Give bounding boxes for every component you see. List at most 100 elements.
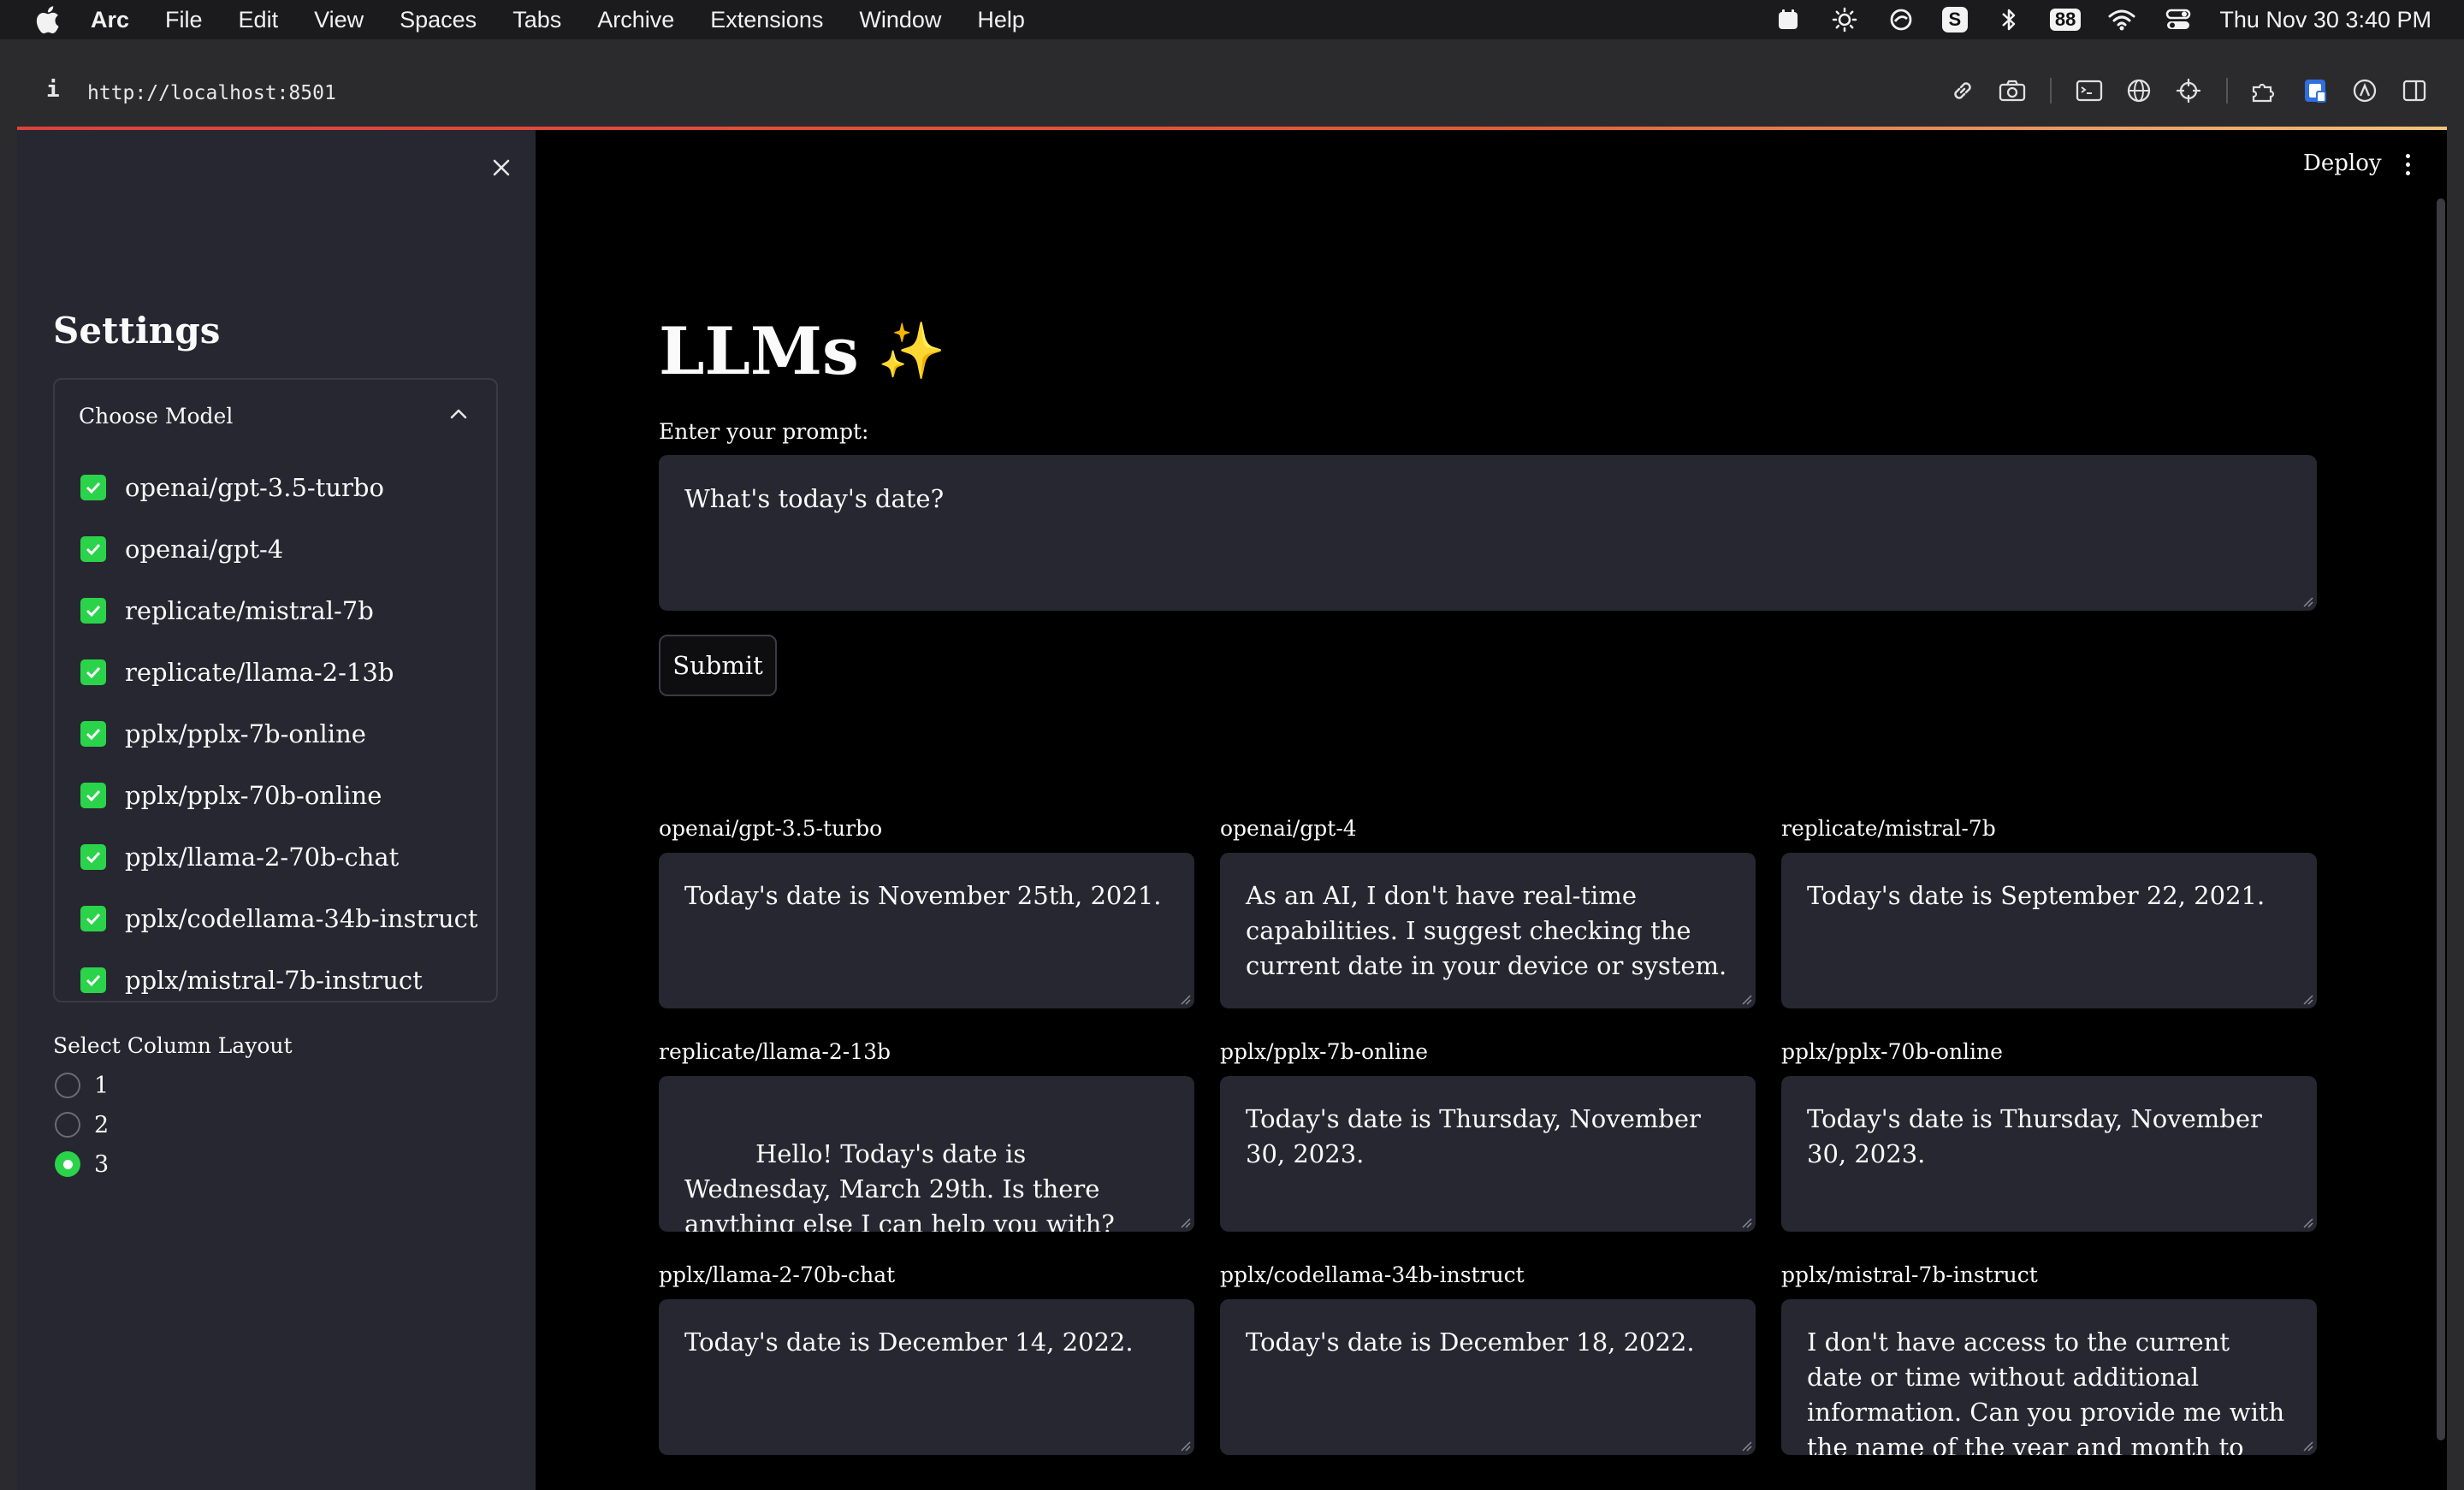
- resize-handle-icon[interactable]: [1179, 1440, 1191, 1452]
- radio-option-3[interactable]: 3: [55, 1144, 109, 1184]
- menu-app-name[interactable]: Arc: [91, 7, 129, 33]
- menu-extensions[interactable]: Extensions: [710, 7, 823, 33]
- model-checkbox[interactable]: replicate/llama-2-13b: [80, 642, 478, 703]
- prompt-textarea[interactable]: What's today's date?: [659, 455, 2317, 611]
- submit-button[interactable]: Submit: [659, 635, 777, 696]
- checkbox-label: pplx/llama-2-70b-chat: [125, 843, 400, 872]
- battery-indicator[interactable]: 88: [2049, 9, 2082, 31]
- response-label: pplx/pplx-70b-online: [1781, 1039, 2003, 1064]
- apple-icon[interactable]: [33, 5, 62, 34]
- checkmark-icon[interactable]: [80, 721, 106, 747]
- browser-window: i http://localhost:8501 Settings Choose …: [0, 39, 2464, 1490]
- checkmark-icon[interactable]: [80, 536, 106, 562]
- resize-handle-icon[interactable]: [1740, 993, 1752, 1005]
- extensions-puzzle-icon[interactable]: [2250, 75, 2281, 106]
- checkmark-icon[interactable]: [80, 844, 106, 870]
- menu-file[interactable]: File: [165, 7, 203, 33]
- column-layout-radio-group: 1 2 3: [55, 1066, 109, 1184]
- model-checkbox[interactable]: pplx/mistral-7b-instruct: [80, 949, 478, 1011]
- calendar-icon[interactable]: [1773, 4, 1804, 35]
- globe-icon[interactable]: [2123, 75, 2154, 106]
- deploy-button[interactable]: Deploy: [2303, 151, 2382, 176]
- sync-circle-icon[interactable]: [1886, 4, 1916, 35]
- resize-handle-icon[interactable]: [2301, 1216, 2313, 1228]
- radio-button[interactable]: [55, 1112, 80, 1138]
- response-label: openai/gpt-4: [1220, 816, 1357, 841]
- response-textarea[interactable]: Today's date is November 25th, 2021.: [659, 853, 1194, 1008]
- radio-option-1[interactable]: 1: [55, 1066, 109, 1105]
- response-textarea[interactable]: Today's date is December 18, 2022.: [1220, 1299, 1756, 1455]
- checkmark-icon[interactable]: [80, 475, 106, 500]
- sidebar-title: Settings: [53, 310, 221, 352]
- response-text: Today's date is Thursday, November 30, 2…: [1246, 1104, 1701, 1168]
- checkmark-icon[interactable]: [80, 783, 106, 808]
- response-textarea[interactable]: I don't have access to the current date …: [1781, 1299, 2317, 1455]
- response-textarea[interactable]: Today's date is Thursday, November 30, 2…: [1781, 1076, 2317, 1232]
- resize-handle-icon[interactable]: [1740, 1216, 1752, 1228]
- response-label: replicate/llama-2-13b: [659, 1039, 891, 1064]
- brightness-icon[interactable]: [1829, 4, 1860, 35]
- crosshair-icon[interactable]: [2173, 75, 2204, 106]
- arc-profile-icon[interactable]: [2349, 75, 2380, 106]
- menu-tabs[interactable]: Tabs: [512, 7, 561, 33]
- model-checkbox[interactable]: pplx/pplx-70b-online: [80, 765, 478, 826]
- model-checkbox[interactable]: replicate/mistral-7b: [80, 580, 478, 642]
- resize-handle-icon[interactable]: [1179, 993, 1191, 1005]
- sidebar: Settings Choose Model openai/gpt-3.5-tur…: [17, 130, 536, 1490]
- response-label: replicate/mistral-7b: [1781, 816, 1996, 841]
- response-textarea[interactable]: As an AI, I don't have real-time capabil…: [1220, 853, 1756, 1008]
- response-textarea[interactable]: Today's date is September 22, 2021.: [1781, 853, 2317, 1008]
- model-checkbox[interactable]: pplx/llama-2-70b-chat: [80, 826, 478, 888]
- checkmark-icon[interactable]: [80, 598, 106, 624]
- menu-view[interactable]: View: [314, 7, 364, 33]
- response-text: Today's date is December 18, 2022.: [1246, 1327, 1695, 1357]
- wifi-icon[interactable]: [2106, 4, 2137, 35]
- more-options-icon[interactable]: [2399, 147, 2416, 181]
- menu-edit[interactable]: Edit: [239, 7, 279, 33]
- bluetooth-icon[interactable]: [1993, 4, 2024, 35]
- split-view-icon[interactable]: [2399, 75, 2430, 106]
- site-info-icon[interactable]: i: [46, 77, 60, 103]
- resize-handle-icon[interactable]: [2301, 1440, 2313, 1452]
- scrollbar[interactable]: [2437, 198, 2445, 1440]
- control-center-icon[interactable]: [2163, 4, 2194, 35]
- radio-button-selected[interactable]: [55, 1151, 80, 1177]
- checkmark-icon[interactable]: [80, 659, 106, 685]
- page-title-text: LLMs: [659, 313, 859, 389]
- menu-archive[interactable]: Archive: [597, 7, 674, 33]
- expander-header[interactable]: Choose Model: [79, 404, 233, 429]
- menu-window[interactable]: Window: [859, 7, 941, 33]
- link-icon[interactable]: [1947, 75, 1978, 106]
- response-textarea[interactable]: Today's date is December 14, 2022.: [659, 1299, 1194, 1455]
- checkmark-icon[interactable]: [80, 967, 106, 993]
- response-text: As an AI, I don't have real-time capabil…: [1246, 881, 1727, 980]
- checkmark-icon[interactable]: [80, 906, 106, 931]
- checkbox-label: replicate/mistral-7b: [125, 596, 374, 625]
- model-checkbox[interactable]: pplx/pplx-7b-online: [80, 703, 478, 765]
- close-sidebar-icon[interactable]: [486, 152, 517, 183]
- model-checkbox[interactable]: openai/gpt-3.5-turbo: [80, 457, 478, 518]
- menu-help[interactable]: Help: [977, 7, 1025, 33]
- resize-handle-icon[interactable]: [2301, 993, 2313, 1005]
- resize-handle-icon[interactable]: [1740, 1440, 1752, 1452]
- radio-label: 1: [94, 1072, 110, 1099]
- password-manager-icon[interactable]: [2300, 75, 2331, 106]
- model-checkbox[interactable]: pplx/codellama-34b-instruct: [80, 888, 478, 949]
- radio-option-2[interactable]: 2: [55, 1105, 109, 1144]
- response-text: I don't have access to the current date …: [1807, 1327, 2285, 1455]
- camera-icon[interactable]: [1997, 75, 2028, 106]
- clock[interactable]: Thu Nov 30 3:40 PM: [2219, 7, 2431, 33]
- response-textarea[interactable]: Hello! Today's date is Wednesday, March …: [659, 1076, 1194, 1232]
- resize-handle-icon[interactable]: [1179, 1216, 1191, 1228]
- radio-button[interactable]: [55, 1073, 80, 1098]
- resize-handle-icon[interactable]: [2301, 595, 2313, 607]
- s-app-icon[interactable]: S: [1941, 7, 1968, 33]
- url-field[interactable]: http://localhost:8501: [87, 82, 336, 104]
- menu-spaces[interactable]: Spaces: [400, 7, 477, 33]
- chevron-up-icon[interactable]: [445, 400, 472, 428]
- radio-label: 3: [94, 1150, 110, 1178]
- response-textarea[interactable]: Today's date is Thursday, November 30, 2…: [1220, 1076, 1756, 1232]
- terminal-icon[interactable]: [2074, 75, 2105, 106]
- model-checkbox[interactable]: openai/gpt-4: [80, 518, 478, 580]
- sparkles-icon: ✨: [877, 319, 946, 383]
